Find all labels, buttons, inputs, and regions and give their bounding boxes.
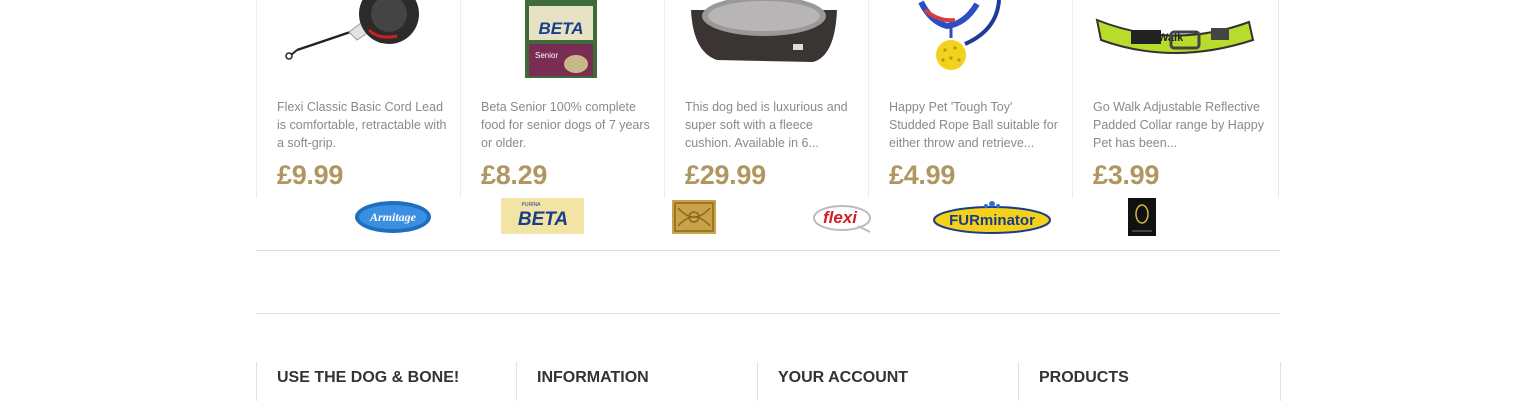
product-price: £3.99 <box>1093 160 1160 190</box>
beta-senior-bag-image[interactable]: BETA Senior <box>461 0 664 82</box>
product-description[interactable]: Beta Senior 100% complete food for senio… <box>481 98 653 152</box>
footer-column-products: PRODUCTS <box>1018 362 1281 401</box>
footer-column-information: INFORMATION <box>516 362 758 401</box>
brand-name-text: FURminator <box>949 212 1035 229</box>
product-price: £29.99 <box>685 160 766 190</box>
product-card[interactable]: Happy Pet 'Tough Toy' Studded Rope Ball … <box>868 0 1072 198</box>
product-price: £8.29 <box>481 160 548 190</box>
product-description[interactable]: Happy Pet 'Tough Toy' Studded Rope Ball … <box>889 98 1061 152</box>
product-card[interactable]: Flexi Classic Basic Cord Lead is comfort… <box>256 0 460 198</box>
product-description[interactable]: This dog bed is luxurious and super soft… <box>685 98 857 152</box>
rope-ball-toy-image[interactable] <box>869 0 1072 82</box>
product-description[interactable]: Go Walk Adjustable Reflective Padded Col… <box>1093 98 1265 152</box>
beta-subtext: PURINA <box>522 202 542 208</box>
brand-logo-strip: Armitage PURINA BETA flexi FURminator <box>256 198 1280 251</box>
beta-logo[interactable]: PURINA BETA <box>501 198 584 239</box>
product-price: £4.99 <box>889 160 956 190</box>
brand-name-text: flexi <box>823 208 858 227</box>
bag-label-text: Senior <box>535 51 558 60</box>
product-card[interactable]: BETA Senior Beta Senior 100% complete fo… <box>460 0 664 198</box>
furminator-logo[interactable]: FURminator <box>932 198 1052 241</box>
product-carousel: Flexi Classic Basic Cord Lead is comfort… <box>256 0 1280 198</box>
footer-column-dog-and-bone: USE THE DOG & BONE! <box>256 362 517 401</box>
collar-text: Go:Walk <box>1139 32 1184 44</box>
brand-name-text: BETA <box>518 209 568 230</box>
footer-heading-your-account: YOUR ACCOUNT <box>778 369 909 386</box>
product-card[interactable]: Go:Walk Go Walk Adjustable Reflective Pa… <box>1072 0 1279 198</box>
dog-bed-image[interactable] <box>665 0 868 82</box>
footer-heading-information: INFORMATION <box>537 369 649 386</box>
hyper-pet-logo[interactable] <box>1128 198 1156 241</box>
footer-heading-products: PRODUCTS <box>1039 369 1129 386</box>
product-price: £9.99 <box>277 160 344 190</box>
footer-columns: USE THE DOG & BONE! INFORMATION YOUR ACC… <box>256 362 1281 401</box>
product-card[interactable]: This dog bed is luxurious and super soft… <box>664 0 868 198</box>
armitage-logo[interactable]: Armitage <box>354 200 432 239</box>
section-divider <box>256 313 1280 314</box>
brand-name-text: Armitage <box>369 210 417 224</box>
flexi-logo[interactable]: flexi <box>812 202 874 239</box>
reflective-collar-image[interactable]: Go:Walk <box>1073 0 1278 82</box>
bag-brand-text: BETA <box>538 19 583 38</box>
retractable-lead-image[interactable] <box>257 0 460 82</box>
footer-heading-dog-and-bone: USE THE DOG & BONE! <box>277 369 460 386</box>
footer-column-your-account: YOUR ACCOUNT <box>757 362 1019 401</box>
celtic-knot-logo[interactable] <box>672 200 716 239</box>
product-description[interactable]: Flexi Classic Basic Cord Lead is comfort… <box>277 98 449 152</box>
